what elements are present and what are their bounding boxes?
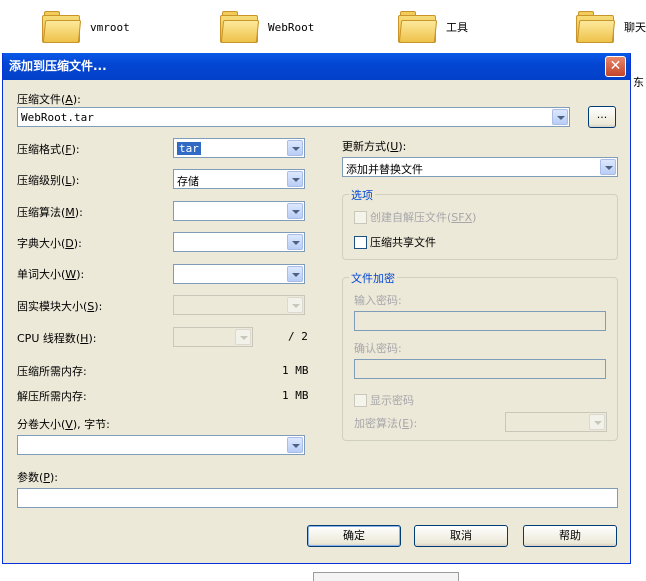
desktop-folder-label: 工具 <box>446 21 468 34</box>
encryption-method-label: 加密算法(E): <box>354 417 418 430</box>
solid-block-combo <box>173 295 305 315</box>
partial-window-edge <box>313 572 459 581</box>
folder-icon <box>398 11 438 43</box>
checkbox-icon <box>354 393 367 407</box>
mem-compress-label: 压缩所需内存: <box>17 365 87 378</box>
archive-path-value: WebRoot.tar <box>21 111 94 124</box>
solid-block-label: 固实模块大小(S): <box>17 300 103 313</box>
archive-label: 压缩文件(A): <box>17 93 81 106</box>
options-group-title: 选项 <box>349 187 375 203</box>
volume-label: 分卷大小(V), 字节: <box>17 418 110 431</box>
chevron-down-icon[interactable] <box>552 109 568 125</box>
mem-decompress-label: 解压所需内存: <box>17 390 87 403</box>
checkbox-icon[interactable] <box>354 235 367 249</box>
close-button[interactable]: ✕ <box>605 56 626 77</box>
level-combo[interactable]: 存储 <box>173 169 305 189</box>
chevron-down-icon[interactable] <box>287 266 303 282</box>
chevron-down-icon[interactable] <box>287 437 303 453</box>
chevron-down-icon <box>287 297 303 313</box>
word-size-combo[interactable] <box>173 264 305 284</box>
dict-size-combo[interactable] <box>173 232 305 252</box>
cancel-button[interactable]: 取消 <box>414 525 508 547</box>
sfx-checkbox: 创建自解压文件(SFX) <box>354 209 476 225</box>
cpu-threads-total: / 2 <box>288 330 308 343</box>
desktop-folder-label: 聊天 <box>624 21 646 34</box>
level-label: 压缩级别(L): <box>17 174 80 187</box>
shared-files-label: 压缩共享文件 <box>370 236 436 249</box>
method-combo[interactable] <box>173 201 305 221</box>
format-value: tar <box>177 142 201 155</box>
confirm-password-input <box>354 359 606 379</box>
add-to-archive-dialog: 添加到压缩文件... ✕ 压缩文件(A): WebRoot.tar ... 压缩… <box>2 53 631 564</box>
shared-files-checkbox[interactable]: 压缩共享文件 <box>354 234 436 250</box>
enter-password-label: 输入密码: <box>354 294 402 307</box>
mem-decompress-value: 1 MB <box>282 389 309 402</box>
desktop-folder-chat[interactable]: 聊天 <box>576 8 646 46</box>
dialog-titlebar[interactable]: 添加到压缩文件... ✕ <box>3 53 630 80</box>
params-label: 参数(P): <box>17 471 58 484</box>
folder-icon <box>42 11 82 43</box>
chevron-down-icon <box>589 414 605 430</box>
chevron-down-icon[interactable] <box>287 234 303 250</box>
chevron-down-icon[interactable] <box>287 203 303 219</box>
encryption-group: 文件加密 输入密码: 确认密码: 显示密码 加密算法(E): <box>342 270 618 441</box>
desktop-folder-label: WebRoot <box>268 20 315 34</box>
browse-button[interactable]: ... <box>588 106 616 128</box>
format-label: 压缩格式(F): <box>17 143 80 156</box>
cpu-threads-label: CPU 线程数(H): <box>17 332 97 345</box>
confirm-password-label: 确认密码: <box>354 342 402 355</box>
chevron-down-icon[interactable] <box>600 159 616 175</box>
chevron-down-icon <box>235 329 251 345</box>
desktop-folder-vmroot[interactable]: vmroot <box>42 8 130 46</box>
chevron-down-icon[interactable] <box>287 171 303 187</box>
checkbox-icon <box>354 210 367 224</box>
update-mode-combo[interactable]: 添加并替换文件 <box>342 157 618 177</box>
encryption-group-title: 文件加密 <box>349 270 397 286</box>
help-button[interactable]: 帮助 <box>523 525 617 547</box>
chevron-down-icon[interactable] <box>287 140 303 156</box>
desktop-folder-label: vmroot <box>90 20 130 34</box>
close-icon: ✕ <box>609 58 622 74</box>
word-size-label: 单词大小(W): <box>17 268 85 281</box>
enter-password-input <box>354 311 606 331</box>
options-group: 选项 创建自解压文件(SFX) 压缩共享文件 <box>342 187 618 260</box>
desktop-folder-tools[interactable]: 工具 <box>398 8 468 46</box>
folder-icon <box>576 11 616 43</box>
dict-size-label: 字典大小(D): <box>17 237 82 250</box>
show-password-label: 显示密码 <box>370 394 414 407</box>
ok-button[interactable]: 确定 <box>307 525 401 547</box>
cpu-threads-combo <box>173 327 253 347</box>
desktop-partial-label: 东 <box>633 76 644 89</box>
encryption-method-combo <box>505 412 607 432</box>
format-combo[interactable]: tar <box>173 138 305 158</box>
update-mode-value: 添加并替换文件 <box>346 163 423 176</box>
level-value: 存储 <box>177 175 199 188</box>
folder-icon <box>220 11 260 43</box>
show-password-checkbox: 显示密码 <box>354 392 414 408</box>
desktop-folder-webroot[interactable]: WebRoot <box>220 8 314 46</box>
dialog-title: 添加到压缩文件... <box>9 59 107 73</box>
mem-compress-value: 1 MB <box>282 364 309 377</box>
sfx-checkbox-label: 创建自解压文件(SFX) <box>370 211 477 224</box>
method-label: 压缩算法(M): <box>17 206 83 219</box>
update-mode-label: 更新方式(U): <box>342 140 407 153</box>
params-input[interactable] <box>17 488 618 508</box>
volume-combo[interactable] <box>17 435 305 455</box>
archive-path-combo[interactable]: WebRoot.tar <box>17 107 570 127</box>
